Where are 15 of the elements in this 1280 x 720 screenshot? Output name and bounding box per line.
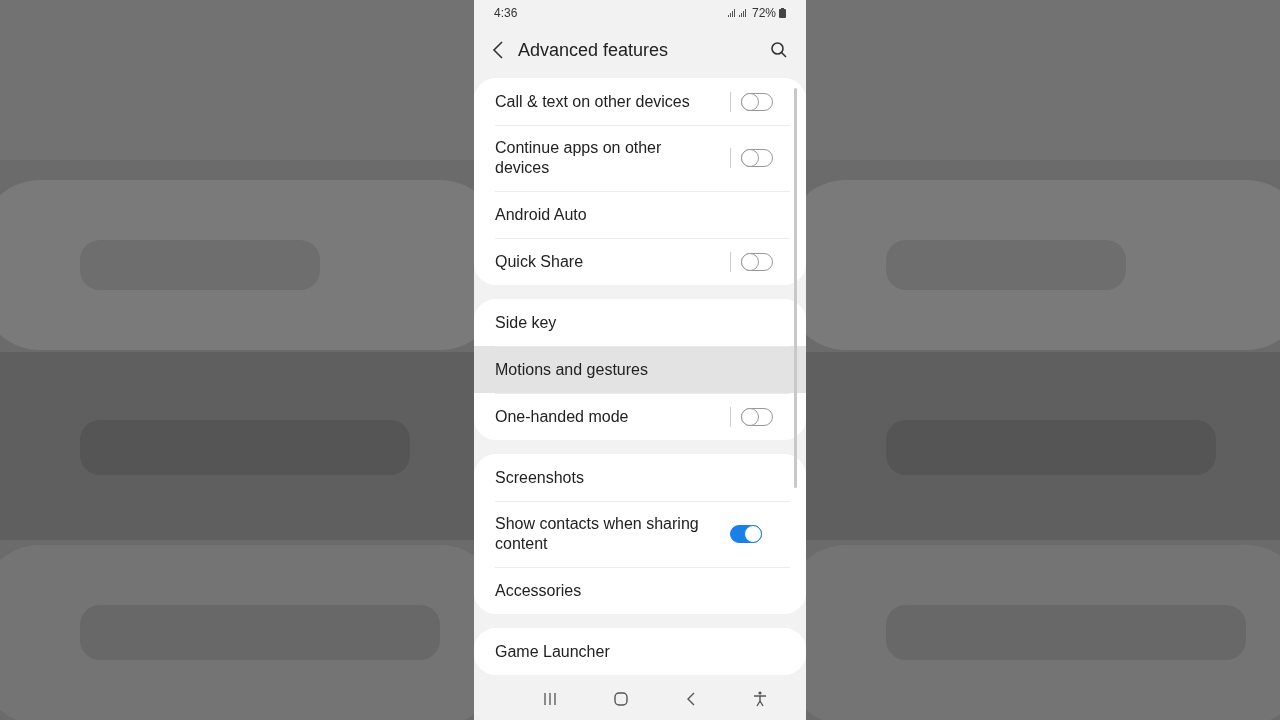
item-label: Motions and gestures <box>495 359 649 380</box>
settings-item[interactable]: Motions and gestures <box>474 346 806 393</box>
battery-level: 72% <box>751 5 776 20</box>
item-label: Accessories <box>495 580 583 601</box>
item-label: Quick Share <box>495 251 585 272</box>
item-label: Game Launcher <box>495 641 611 662</box>
page-title: Advanced features <box>518 39 670 61</box>
item-label: Android Auto <box>495 204 588 225</box>
item-label: One-handed mode <box>495 406 630 427</box>
status-time: 4:36 <box>494 5 518 20</box>
item-label: Screenshots <box>495 467 585 488</box>
item-label: Show contacts when sharing content <box>495 514 700 554</box>
item-label: Call & text on other devices <box>495 91 691 112</box>
item-label: Side key <box>495 312 558 333</box>
item-label: Continue apps on other devices <box>495 138 663 178</box>
